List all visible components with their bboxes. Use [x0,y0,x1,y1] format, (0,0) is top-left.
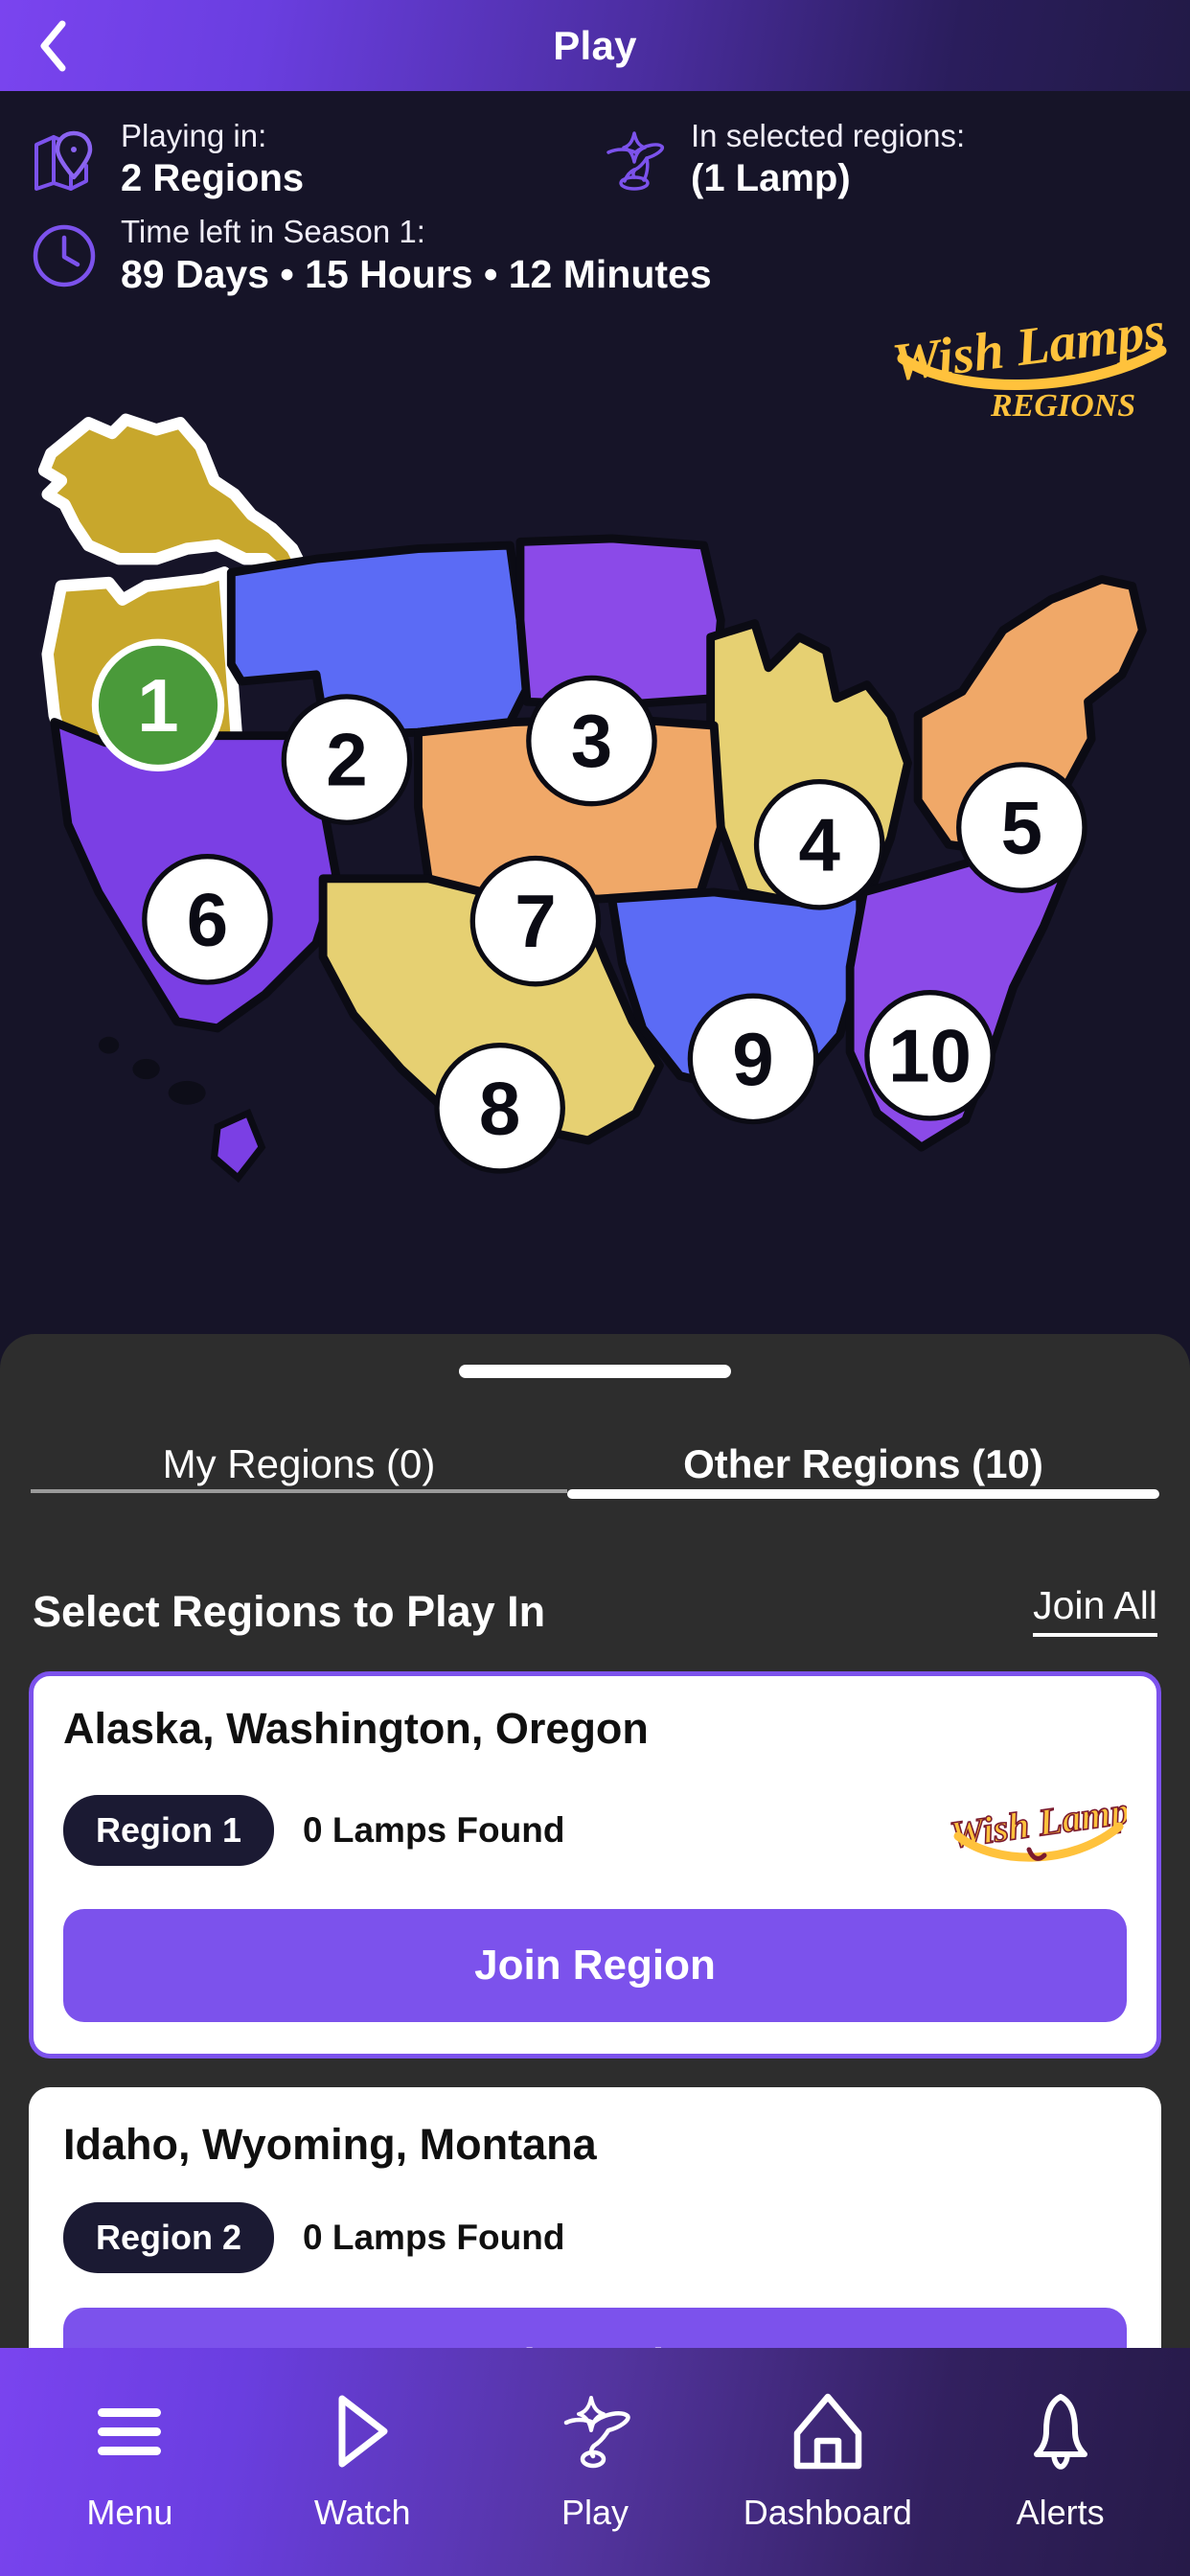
lamps-found-count: 0 Lamps Found [303,1810,565,1850]
join-all-link[interactable]: Join All [1033,1583,1157,1637]
genie-lamp-icon [599,124,670,195]
region-pin-7[interactable]: 7 [469,855,602,987]
region-card[interactable]: Alaska, Washington, Oregon Region 1 0 La… [29,1671,1161,2058]
region-pin-8[interactable]: 8 [434,1042,565,1174]
tab-label: My Regions (0) [162,1441,436,1486]
region-card-meta: Region 2 0 Lamps Found [63,2202,1127,2273]
lamps-found-count: 0 Lamps Found [303,2218,565,2257]
map-hawaii [98,1036,266,1184]
sheet-drag-handle[interactable] [459,1365,731,1378]
map-pin-icon [29,124,100,195]
bell-icon [1027,2391,1094,2472]
svg-text:5: 5 [1001,786,1042,870]
nav-label: Play [561,2493,629,2532]
stat-label: Time left in Season 1: [121,214,425,249]
hamburger-icon [92,2391,167,2472]
svg-text:7: 7 [515,879,556,963]
region-card-title: Alaska, Washington, Oregon [63,1704,649,1753]
nav-item-play[interactable]: Play [485,2391,705,2533]
region-pin-3[interactable]: 3 [526,675,657,807]
nav-item-alerts[interactable]: Alerts [950,2391,1171,2533]
chevron-left-icon [40,20,66,71]
region-pin-1[interactable]: 1 [91,638,225,771]
home-icon [790,2391,865,2472]
tab-other-regions[interactable]: Other Regions (10) [567,1420,1159,1508]
svg-text:1: 1 [137,663,178,748]
tab-label: Other Regions (10) [683,1441,1043,1486]
svg-text:4: 4 [799,802,840,886]
wish-lamps-logo: Wish Lamps [947,1786,1127,1862]
region-card-title: Idaho, Wyoming, Montana [63,2120,597,2169]
region-tabs: My Regions (0) Other Regions (10) [0,1420,1190,1545]
svg-text:6: 6 [187,877,228,961]
region-pin-5[interactable]: 5 [956,762,1087,893]
bottom-navigation: Menu Watch Play Dashboard Alerts [0,2348,1190,2576]
regions-map-area[interactable]: Wish Lamps REGIONS 1 2 3 4 5 6 7 8 9 10 [0,297,1190,1346]
nav-item-watch[interactable]: Watch [252,2391,472,2533]
svg-text:2: 2 [326,718,367,802]
us-regions-map[interactable]: 1 2 3 4 5 6 7 8 9 10 [0,345,1190,1303]
svg-text:8: 8 [479,1066,520,1150]
back-button[interactable] [19,12,86,80]
app-header: Play [0,0,1190,91]
join-region-button[interactable]: Join Region [63,1909,1127,2022]
page-title: Play [553,22,637,68]
region-pin-9[interactable]: 9 [687,993,819,1125]
nav-label: Menu [86,2493,173,2532]
region-pin-2[interactable]: 2 [281,694,413,825]
stat-label: In selected regions: [691,118,966,153]
stat-value: 89 Days • 15 Hours • 12 Minutes [121,251,712,296]
play-triangle-icon [332,2391,392,2472]
svg-text:9: 9 [732,1017,773,1101]
region-card-list: Alaska, Washington, Oregon Region 1 0 La… [0,1671,1190,2457]
stat-playing-in: Playing in: 2 Regions [29,118,304,200]
region-badge: Region 2 [63,2202,275,2273]
stat-value: 2 Regions [121,156,305,199]
stats-panel: Playing in: 2 Regions In selected region… [0,91,1190,302]
stat-label: Playing in: [121,118,267,153]
section-header: Select Regions to Play In Join All [0,1545,1190,1637]
nav-label: Watch [313,2493,411,2532]
tab-underline [567,1489,1159,1499]
nav-label: Dashboard [743,2493,912,2532]
region-badge: Region 1 [63,1795,275,1866]
nav-label: Alerts [1016,2493,1105,2532]
stat-season-timer: Time left in Season 1: 89 Days • 15 Hour… [29,214,712,297]
region-pin-10[interactable]: 10 [864,989,995,1121]
section-title: Select Regions to Play In [33,1587,546,1636]
genie-lamp-icon [551,2391,639,2472]
map-region-3[interactable] [515,534,725,710]
tab-underline [31,1489,567,1493]
clock-icon [29,220,100,291]
region-pin-4[interactable]: 4 [753,778,885,910]
region-card-meta: Region 1 0 Lamps Found Wish Lamps [63,1786,1127,1874]
svg-text:10: 10 [888,1013,972,1097]
stat-value: (1 Lamp) [691,156,851,199]
region-pin-6[interactable]: 6 [142,854,273,985]
nav-item-menu[interactable]: Menu [19,2391,240,2533]
svg-text:3: 3 [571,699,612,783]
tab-my-regions[interactable]: My Regions (0) [31,1420,567,1508]
stat-selected-lamps: In selected regions: (1 Lamp) [599,118,965,200]
nav-item-dashboard[interactable]: Dashboard [718,2391,938,2533]
play-screen: Play Playing in: 2 Regions In selected r… [0,0,1190,2576]
